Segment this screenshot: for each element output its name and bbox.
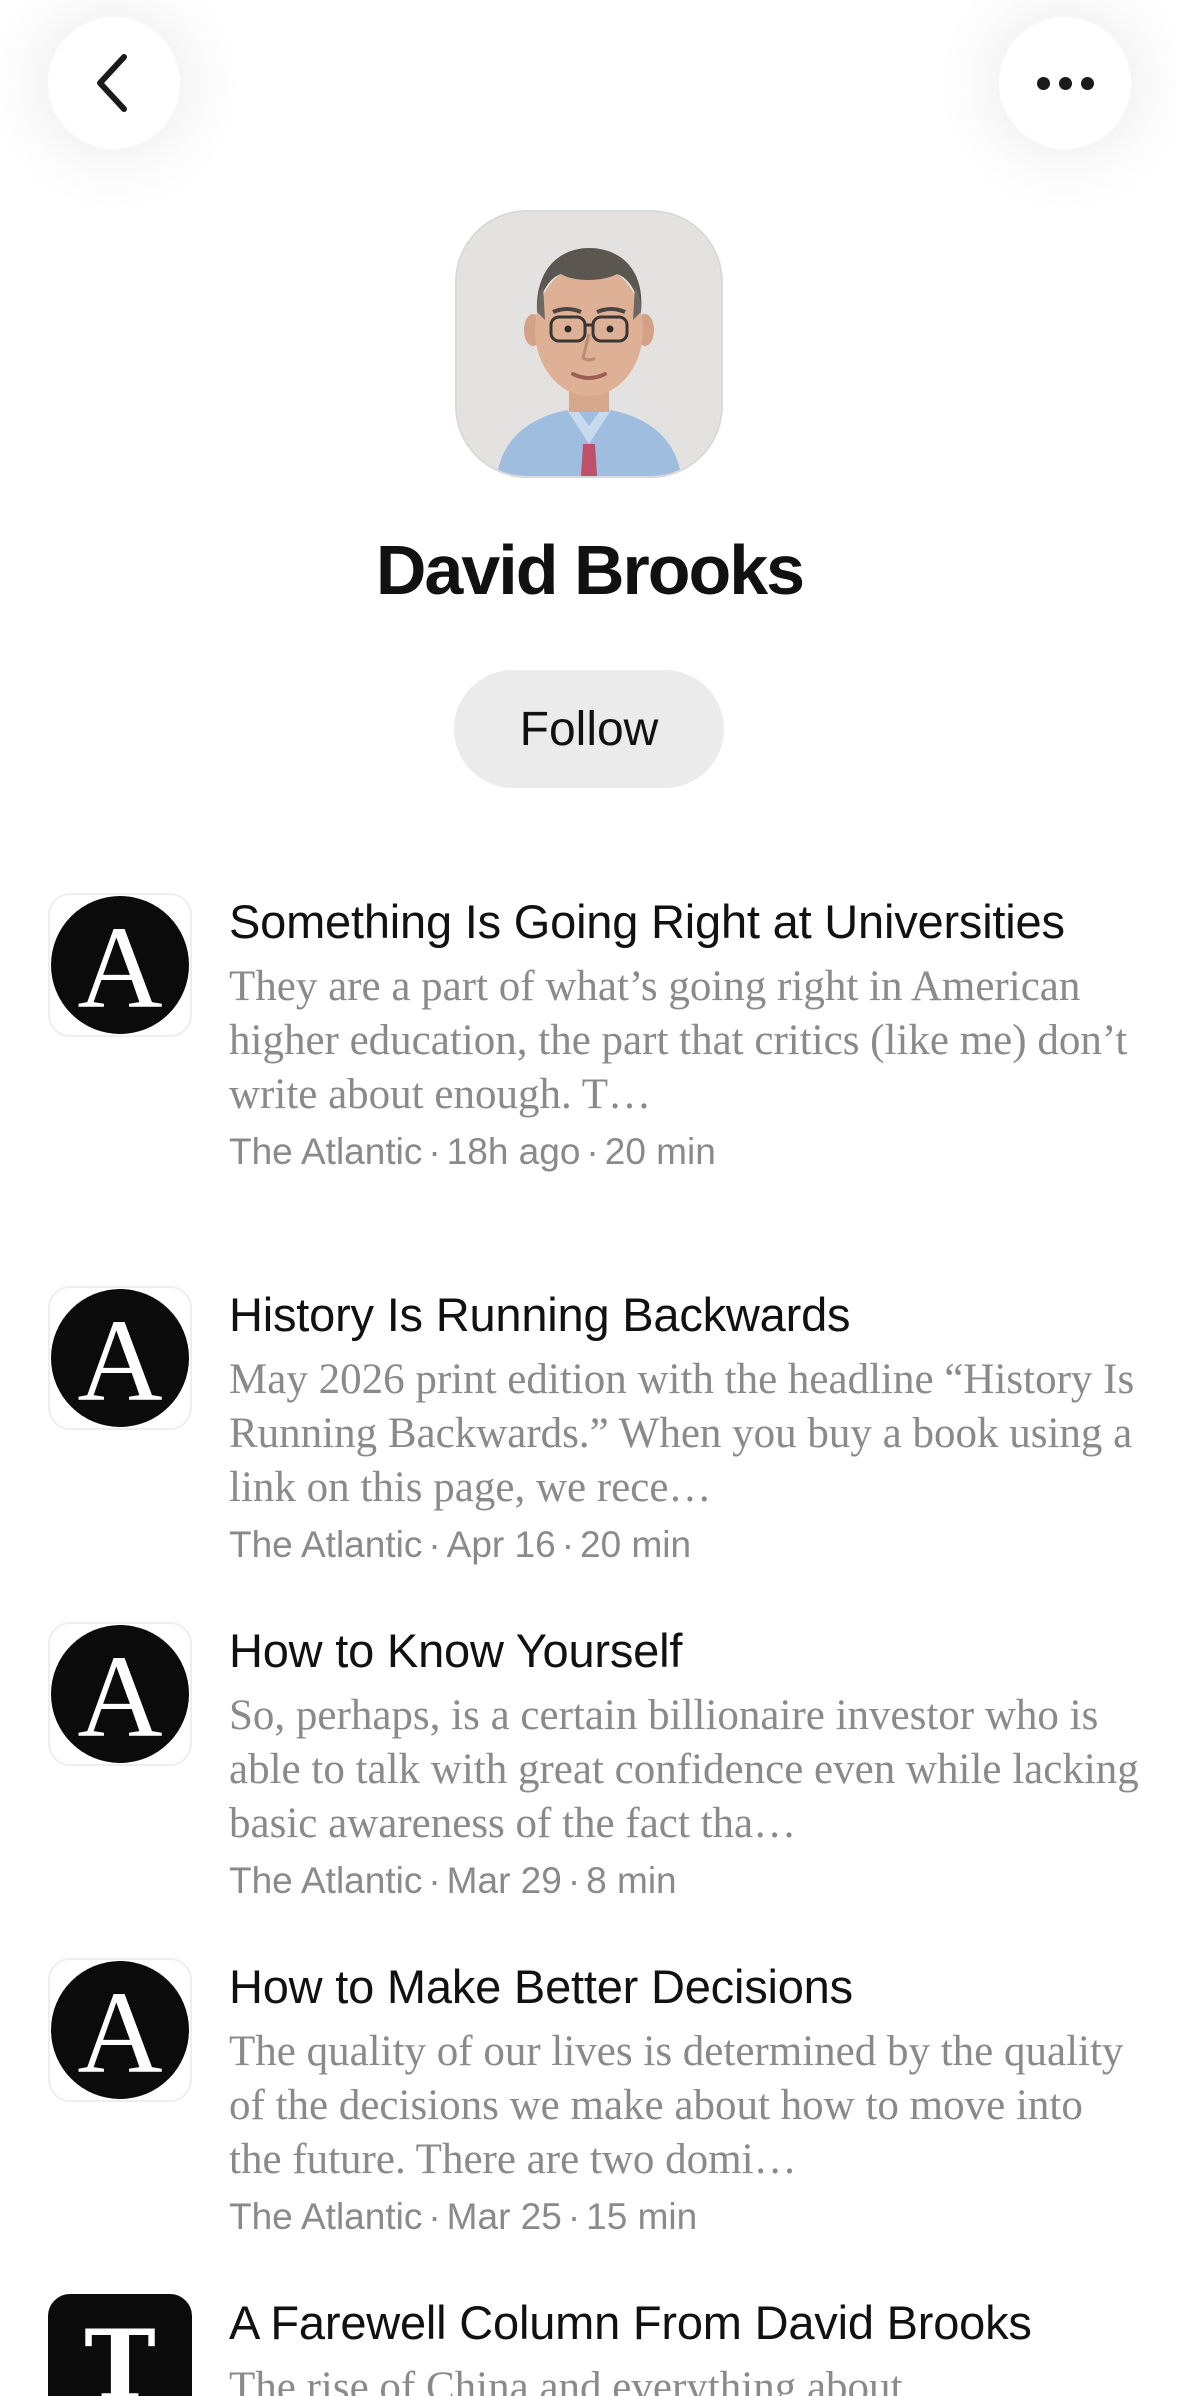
article-duration: 8 min: [586, 1860, 677, 1901]
ellipsis-icon: [1036, 76, 1094, 90]
article-duration: 20 min: [580, 1524, 692, 1565]
article-title: History Is Running Backwards: [229, 1288, 851, 1341]
article-duration: 15 min: [586, 2196, 698, 2237]
article-item[interactable]: A How to Know Yourself So, perhaps, is a…: [0, 1622, 1179, 1922]
back-button[interactable]: [48, 17, 180, 149]
article-title: A Farewell Column From David Brooks: [229, 2296, 1032, 2349]
article-time: Apr 16: [446, 1524, 556, 1565]
article-meta: The Atlantic · Mar 25 · 15 min: [229, 2196, 698, 2237]
article-excerpt: So, perhaps, is a certain billionaire in…: [229, 1692, 1139, 1847]
article-time: 18h ago: [446, 1131, 581, 1172]
article-time: Mar 29: [446, 1860, 562, 1901]
article-title: How to Make Better Decisions: [229, 1960, 853, 2013]
the-atlantic-logo-icon: A: [48, 1958, 192, 2102]
article-excerpt: The quality of our lives is determined b…: [229, 2028, 1124, 2183]
avatar: [455, 210, 723, 478]
article-item[interactable]: T A Farewell Column From David Brooks Th…: [0, 2294, 1179, 2396]
chevron-left-icon: [97, 54, 127, 112]
article-time: Mar 25: [446, 2196, 562, 2237]
nyt-logo-icon: T: [48, 2294, 192, 2396]
article-duration: 20 min: [604, 1131, 716, 1172]
the-atlantic-logo-icon: A: [48, 1622, 192, 1766]
article-source: The Atlantic: [229, 1131, 423, 1172]
article-item[interactable]: A Something Is Going Right at Universiti…: [0, 893, 1179, 1233]
top-bar: [0, 0, 1179, 170]
article-title: How to Know Yourself: [229, 1624, 683, 1677]
the-atlantic-logo-icon: A: [48, 1286, 192, 1430]
follow-button[interactable]: Follow: [454, 670, 724, 788]
more-options-button[interactable]: [999, 17, 1131, 149]
author-photo: [457, 212, 721, 476]
article-excerpt: May 2026 print edition with the headline…: [229, 1356, 1135, 1511]
article-item[interactable]: A How to Make Better Decisions The quali…: [0, 1958, 1179, 2258]
the-atlantic-logo-icon: A: [48, 893, 192, 1037]
article-source: The Atlantic: [229, 2196, 423, 2237]
article-excerpt: They are a part of what’s going right in…: [229, 963, 1128, 1118]
article-meta: The Atlantic · Mar 29 · 8 min: [229, 1860, 677, 1901]
article-title: Something Is Going Right at Universities: [229, 895, 1065, 948]
article-source: The Atlantic: [229, 1860, 423, 1901]
article-meta: The Atlantic · Apr 16 · 20 min: [229, 1524, 692, 1565]
author-name: David Brooks: [375, 531, 805, 609]
article-meta: The Atlantic · 18h ago · 20 min: [229, 1131, 716, 1172]
article-item[interactable]: A History Is Running Backwards May 2026 …: [0, 1286, 1179, 1586]
article-source: The Atlantic: [229, 1524, 423, 1565]
article-excerpt: The rise of China and everything about: [229, 2364, 903, 2396]
